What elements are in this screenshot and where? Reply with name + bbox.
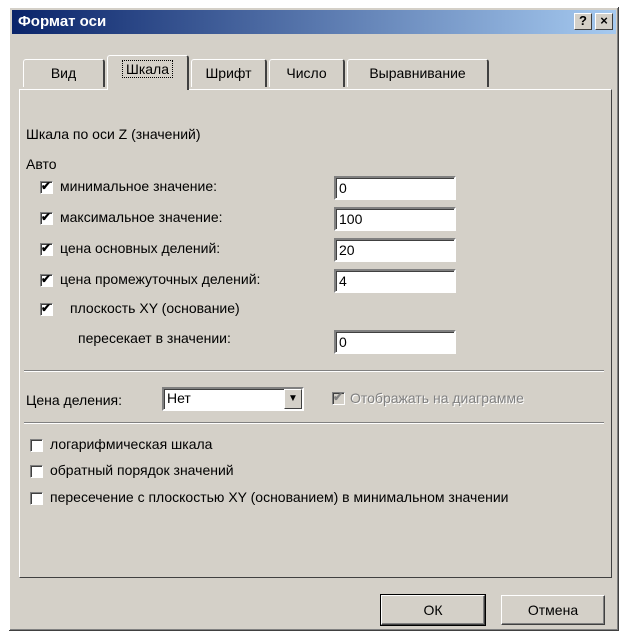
title-bar[interactable]: Формат оси ? × bbox=[12, 10, 616, 34]
auto-min-label: минимальное значение: bbox=[60, 178, 218, 194]
scale-panel: Шкала по оси Z (значений) Авто минимальн… bbox=[19, 89, 612, 578]
cross-value-field[interactable]: 0 bbox=[334, 330, 456, 354]
auto-major-checkbox[interactable] bbox=[40, 241, 53, 256]
max-value-field[interactable]: 100 bbox=[334, 207, 456, 231]
tab-view[interactable]: Вид bbox=[23, 59, 105, 87]
show-on-chart-checkbox bbox=[332, 390, 345, 405]
auto-plane-checkbox[interactable] bbox=[40, 301, 53, 316]
close-icon[interactable]: × bbox=[595, 13, 613, 30]
division-select-value: Нет bbox=[167, 390, 191, 406]
plane-label: плоскость XY (основание) bbox=[70, 300, 240, 316]
division-select[interactable]: Нет ▼ bbox=[162, 387, 304, 411]
division-label: Цена деления: bbox=[26, 392, 123, 408]
minor-unit-field[interactable]: 4 bbox=[334, 269, 456, 293]
auto-label: Авто bbox=[26, 156, 57, 172]
cancel-button[interactable]: Отмена bbox=[501, 595, 605, 625]
auto-max-checkbox[interactable] bbox=[40, 210, 53, 225]
cross-label: пересекает в значении: bbox=[78, 330, 231, 346]
chevron-down-icon[interactable]: ▼ bbox=[284, 389, 302, 409]
tab-number[interactable]: Число bbox=[269, 59, 345, 87]
cross-at-min-checkbox[interactable] bbox=[30, 492, 43, 505]
log-scale-checkbox[interactable] bbox=[30, 439, 43, 452]
tab-font[interactable]: Шрифт bbox=[191, 59, 267, 87]
major-unit-field[interactable]: 20 bbox=[334, 238, 456, 262]
auto-major-label: цена основных делений: bbox=[60, 240, 221, 256]
auto-min-checkbox[interactable] bbox=[40, 179, 53, 194]
reverse-order-checkbox[interactable] bbox=[30, 465, 43, 478]
tab-alignment[interactable]: Выравнивание bbox=[347, 59, 489, 87]
ok-button[interactable]: ОК bbox=[380, 594, 486, 626]
separator bbox=[24, 422, 604, 424]
tab-scale[interactable]: Шкала bbox=[107, 55, 189, 90]
section-title: Шкала по оси Z (значений) bbox=[26, 126, 201, 142]
window-title: Формат оси bbox=[18, 13, 107, 30]
show-on-chart-label: Отображать на диаграмме bbox=[350, 390, 524, 406]
reverse-order-label: обратный порядок значений bbox=[50, 462, 234, 478]
format-axis-dialog: Формат оси ? × Вид Шкала Шрифт Число Выр… bbox=[8, 6, 620, 632]
help-icon[interactable]: ? bbox=[574, 13, 592, 30]
cross-at-min-label: пересечение с плоскостью XY (основанием)… bbox=[50, 489, 509, 505]
tab-scale-label: Шкала bbox=[121, 60, 173, 78]
min-value-field[interactable]: 0 bbox=[334, 176, 456, 200]
auto-max-label: максимальное значение: bbox=[60, 209, 223, 225]
log-scale-label: логарифмическая шкала bbox=[50, 436, 213, 452]
auto-minor-label: цена промежуточных делений: bbox=[60, 271, 261, 287]
auto-minor-checkbox[interactable] bbox=[40, 272, 53, 287]
separator bbox=[24, 370, 604, 372]
